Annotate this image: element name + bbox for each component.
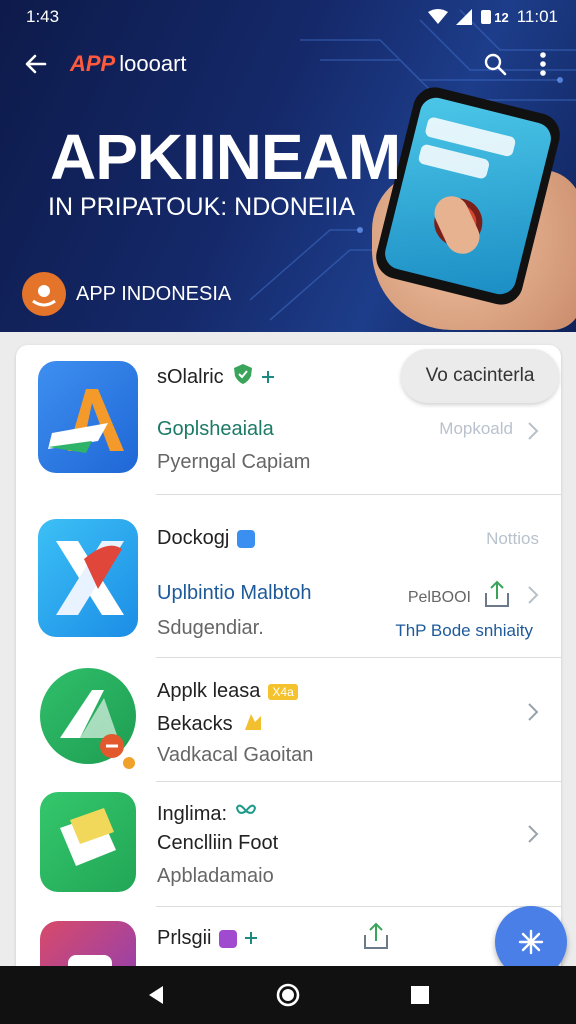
list-item[interactable]: Inglima: Cenclliin Foot Apbladamaio <box>16 782 561 907</box>
butterfly-icon <box>235 802 257 826</box>
app-icon-triangle <box>40 668 138 772</box>
app-list: Vo cacinterla sOlalric Goplsheaiala Pyer… <box>16 345 561 985</box>
chevron-right-icon <box>528 586 539 604</box>
emoji-icon <box>241 710 265 738</box>
hero-subtitle: IN PRIPATOUK: NDONEIIA <box>48 193 355 221</box>
sim-label: 12 <box>494 9 509 25</box>
chevron-right-icon <box>528 825 539 843</box>
status-bar: 1:43 12 11:01 <box>0 0 576 34</box>
spark-small-icon <box>245 927 258 950</box>
brand-name: loooart <box>119 51 187 76</box>
app-icon-x <box>38 519 138 637</box>
app-title: Applk leasa <box>157 680 261 702</box>
app-subtitle: Goplsheaiala <box>157 418 274 440</box>
spark-small-icon <box>261 366 274 389</box>
list-item[interactable]: Dockogj Uplbintio Malbtoh Sdugendiar. No… <box>16 495 561 658</box>
share-icon[interactable] <box>361 921 391 951</box>
app-developer: Vadkacal Gaoitan <box>157 744 314 766</box>
app-status-label: Mopkoald <box>439 419 513 438</box>
app-indonesia-logo-icon <box>22 272 66 316</box>
app-icon-note <box>40 792 136 892</box>
app-subtitle: Bekacks <box>157 712 233 735</box>
app-title: Inglima: <box>157 802 228 825</box>
app-version-label: PelBOOI <box>407 589 471 606</box>
back-button[interactable] <box>16 44 56 84</box>
app-developer: Pyerngal Capiam <box>157 451 311 473</box>
chevron-right-icon <box>528 422 539 440</box>
nav-back-button[interactable] <box>136 975 176 1015</box>
app-icon-a <box>38 361 138 473</box>
hero-title: APKIINEAM <box>50 121 401 193</box>
nav-home-button[interactable] <box>268 975 308 1015</box>
top-app-bar: APP loooart <box>0 36 576 92</box>
list-item[interactable]: Applk leasa X4a Bekacks Vadkacal Gaoitan <box>16 658 561 782</box>
app-title: Prlsgii <box>157 927 212 949</box>
nav-recents-button[interactable] <box>400 975 440 1015</box>
nav-back-icon <box>149 986 163 1004</box>
wifi-icon <box>428 9 449 25</box>
filter-pill-button[interactable]: Vo cacinterla <box>401 349 559 403</box>
system-nav-bar <box>0 966 576 1024</box>
nav-home-icon <box>276 983 300 1007</box>
search-icon <box>484 53 507 76</box>
tag-badge: X4a <box>268 683 298 700</box>
app-screen: APKIINEAM IN PRIPATOUK: NDONEIIA APP IND… <box>0 0 576 1024</box>
app-subtitle: Uplbintio Malbtoh <box>157 582 312 604</box>
app-developer: Sdugendiar. <box>157 617 264 639</box>
search-button[interactable] <box>478 47 512 81</box>
sparkle-icon <box>518 929 544 955</box>
more-vert-icon <box>540 52 546 76</box>
share-icon[interactable] <box>482 579 512 609</box>
brand-mark: APP <box>70 51 116 76</box>
tag-badge-icon <box>219 929 238 948</box>
status-time-right: 11:01 <box>516 7 558 26</box>
app-subtitle: Cenclliin Foot <box>157 832 279 854</box>
app-indonesia-badge: APP INDONESIA <box>22 272 231 316</box>
signal-icon <box>456 9 473 25</box>
app-title: sOlalric <box>157 365 224 388</box>
more-options-button[interactable] <box>526 47 560 81</box>
arrow-left-icon <box>25 54 47 74</box>
nav-recents-icon <box>411 986 429 1004</box>
badge-text: APP INDONESIA <box>76 282 232 305</box>
verified-shield-icon <box>232 363 254 391</box>
app-status-label: Nottios <box>486 529 539 548</box>
status-time-left: 1:43 <box>26 7 60 26</box>
app-brand: APP loooart <box>70 51 187 77</box>
app-developer: Apbladamaio <box>157 865 274 887</box>
info-badge-icon <box>237 529 256 548</box>
update-dot-icon <box>120 754 138 772</box>
chevron-right-icon <box>528 703 539 721</box>
app-title: Dockogj <box>157 527 230 549</box>
details-link[interactable]: ThP Bode snhiaity <box>395 621 533 641</box>
sim-icon: 12 <box>480 9 509 25</box>
